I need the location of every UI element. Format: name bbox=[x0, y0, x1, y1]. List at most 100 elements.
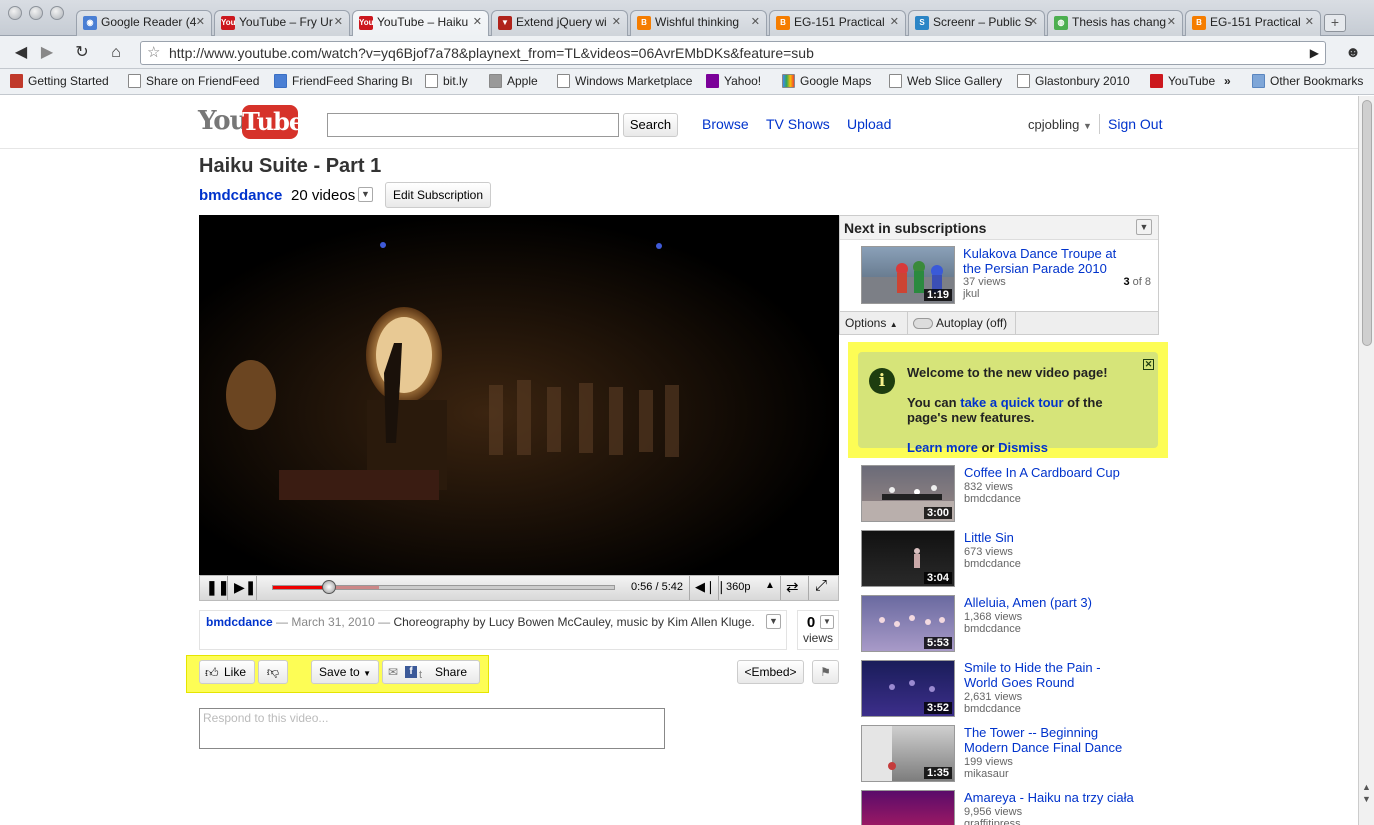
browser-tab[interactable]: B EG-151 Practical ✕ bbox=[1185, 10, 1321, 36]
share-button[interactable]: ✉ f t Share bbox=[382, 660, 480, 684]
channel-link[interactable]: bmdcdance bbox=[199, 187, 282, 204]
close-icon[interactable]: ✕ bbox=[1143, 359, 1154, 370]
more-bookmarks-chevron[interactable]: » bbox=[1224, 74, 1231, 88]
bookmark-item[interactable]: Windows Marketplace bbox=[557, 74, 692, 88]
close-tab-icon[interactable]: ✕ bbox=[473, 15, 482, 28]
bookmark-item[interactable]: FriendFeed Sharing Bı bbox=[274, 74, 413, 88]
close-tab-icon[interactable]: ✕ bbox=[751, 15, 760, 28]
progress-track[interactable] bbox=[272, 580, 615, 594]
close-tab-icon[interactable]: ✕ bbox=[1029, 15, 1038, 28]
search-button[interactable]: Search bbox=[623, 113, 678, 137]
pause-icon[interactable]: ❚❚ bbox=[206, 579, 229, 596]
bookmark-item[interactable]: Yahoo! bbox=[706, 74, 761, 88]
close-tab-icon[interactable]: ✕ bbox=[890, 15, 899, 28]
related-video[interactable]: Amareya - Haiku na trzy ciała 9,956 view… bbox=[861, 790, 1161, 825]
bookmark-item[interactable]: Web Slice Gallery bbox=[889, 74, 1002, 88]
video-thumbnail[interactable] bbox=[861, 790, 955, 825]
related-video[interactable]: 1:35 The Tower -- Beginning Modern Dance… bbox=[861, 725, 1161, 785]
related-title[interactable]: The Tower -- Beginning Modern Dance Fina… bbox=[964, 725, 1134, 755]
related-title[interactable]: Smile to Hide the Pain - World Goes Roun… bbox=[964, 660, 1134, 690]
learn-more-link[interactable]: Learn more bbox=[907, 440, 978, 455]
related-title[interactable]: Alleluia, Amen (part 3) bbox=[964, 595, 1134, 610]
bookmark-item[interactable]: Google Maps bbox=[782, 74, 871, 88]
forward-icon[interactable]: ▶ bbox=[36, 42, 58, 64]
browser-tab[interactable]: ◍ Thesis has chang ✕ bbox=[1047, 10, 1183, 36]
video-player[interactable] bbox=[199, 215, 839, 575]
close-tab-icon[interactable]: ✕ bbox=[1167, 15, 1176, 28]
next-video-icon[interactable]: ▶❚ bbox=[234, 579, 257, 596]
video-thumbnail[interactable]: 3:04 bbox=[861, 530, 955, 587]
expand-description-icon[interactable]: ▼ bbox=[766, 614, 781, 629]
edit-subscription-button[interactable]: Edit Subscription bbox=[385, 182, 491, 208]
browser-tab[interactable]: S Screenr – Public S ✕ bbox=[908, 10, 1045, 36]
nav-tv-shows[interactable]: TV Shows bbox=[766, 116, 830, 132]
go-icon[interactable]: ▶ bbox=[1310, 42, 1319, 64]
embed-button[interactable]: <Embed> bbox=[737, 660, 804, 684]
page-scrollbar[interactable]: ▲ ▼ bbox=[1358, 96, 1374, 825]
user-menu[interactable]: cpjobling ▼ bbox=[1028, 117, 1092, 132]
bookmark-item[interactable]: bit.ly bbox=[425, 74, 468, 88]
bookmark-item[interactable]: Glastonbury 2010 bbox=[1017, 74, 1130, 88]
save-to-button[interactable]: Save to ▼ bbox=[311, 660, 379, 684]
browser-tab-active[interactable]: You YouTube – Haiku ✕ bbox=[352, 10, 489, 37]
new-tab-button[interactable]: + bbox=[1324, 14, 1346, 32]
nav-upload[interactable]: Upload bbox=[847, 116, 891, 132]
bookmark-item[interactable]: YouTube bbox=[1150, 74, 1215, 88]
address-bar[interactable]: ☆ http://www.youtube.com/watch?v=yq6Bjof… bbox=[140, 41, 1326, 65]
scroll-down-arrow-icon[interactable]: ▼ bbox=[1362, 794, 1371, 804]
related-title[interactable]: Coffee In A Cardboard Cup bbox=[964, 465, 1134, 480]
video-thumbnail[interactable]: 1:35 bbox=[861, 725, 955, 782]
next-video-thumb[interactable]: 1:19 bbox=[861, 246, 955, 304]
collapse-panel-icon[interactable]: ▼ bbox=[1136, 219, 1152, 235]
close-tab-icon[interactable]: ✕ bbox=[196, 15, 205, 28]
options-dropdown[interactable]: Options ▲ bbox=[845, 316, 898, 330]
browser-tab[interactable]: ▼ Extend jQuery wi ✕ bbox=[491, 10, 628, 36]
next-video-title[interactable]: Kulakova Dance Troupe at the Persian Par… bbox=[963, 246, 1133, 276]
scrollbar-thumb[interactable] bbox=[1362, 100, 1372, 346]
zoom-window-button[interactable] bbox=[50, 6, 64, 20]
related-video[interactable]: 5:53 Alleluia, Amen (part 3) 1,368 views… bbox=[861, 595, 1161, 655]
bookmark-item[interactable]: Apple bbox=[489, 74, 538, 88]
like-button[interactable]: 👍︎ Like bbox=[199, 660, 255, 684]
dislike-button[interactable]: 👎︎ bbox=[258, 660, 288, 684]
browser-tab[interactable]: B Wishful thinking ✕ bbox=[630, 10, 767, 36]
related-title[interactable]: Little Sin bbox=[964, 530, 1134, 545]
other-bookmarks-folder[interactable]: Other Bookmarks bbox=[1252, 74, 1363, 88]
flag-icon[interactable]: ⚑ bbox=[812, 660, 839, 684]
browser-tab[interactable]: ◉ Google Reader (4 ✕ bbox=[76, 10, 212, 36]
bookmark-item[interactable]: Getting Started bbox=[10, 74, 109, 88]
dismiss-link[interactable]: Dismiss bbox=[998, 440, 1048, 455]
stats-toggle-icon[interactable]: ▼ bbox=[820, 615, 834, 629]
autoplay-toggle[interactable] bbox=[913, 318, 933, 329]
quality-selector[interactable]: 360p bbox=[726, 581, 750, 593]
close-tab-icon[interactable]: ✕ bbox=[334, 15, 343, 28]
browser-tab[interactable]: B EG-151 Practical ✕ bbox=[769, 10, 906, 36]
home-icon[interactable]: ⌂ bbox=[105, 42, 127, 64]
sign-out-link[interactable]: Sign Out bbox=[1108, 116, 1162, 132]
back-icon[interactable]: ◀ bbox=[10, 42, 32, 64]
wrench-icon[interactable]: ☻ bbox=[1342, 42, 1364, 64]
close-window-button[interactable] bbox=[8, 6, 22, 20]
search-input[interactable] bbox=[327, 113, 619, 137]
scroll-up-arrow-icon[interactable]: ▲ bbox=[1362, 782, 1371, 792]
related-video[interactable]: 3:00 Coffee In A Cardboard Cup 832 views… bbox=[861, 465, 1161, 525]
quality-up-icon[interactable]: ▲ bbox=[765, 580, 775, 591]
close-tab-icon[interactable]: ✕ bbox=[612, 15, 621, 28]
related-video[interactable]: 3:04 Little Sin 673 views bmdcdance bbox=[861, 530, 1161, 590]
minimize-window-button[interactable] bbox=[29, 6, 43, 20]
video-thumbnail[interactable]: 3:00 bbox=[861, 465, 955, 522]
reload-icon[interactable]: ↻ bbox=[71, 42, 93, 64]
bookmark-star-icon[interactable]: ☆ bbox=[147, 42, 160, 64]
video-thumbnail[interactable]: 5:53 bbox=[861, 595, 955, 652]
browser-tab[interactable]: You YouTube – Fry Ur ✕ bbox=[214, 10, 350, 36]
related-title[interactable]: Amareya - Haiku na trzy ciała bbox=[964, 790, 1134, 805]
volume-icon[interactable]: ◀❘❘ bbox=[695, 579, 727, 595]
youtube-logo[interactable]: You Tube bbox=[198, 104, 304, 142]
close-tab-icon[interactable]: ✕ bbox=[1305, 15, 1314, 28]
video-thumbnail[interactable]: 3:52 bbox=[861, 660, 955, 717]
expand-videos-icon[interactable]: ▼ bbox=[358, 187, 373, 202]
nav-browse[interactable]: Browse bbox=[702, 116, 749, 132]
related-video[interactable]: 3:52 Smile to Hide the Pain - World Goes… bbox=[861, 660, 1161, 720]
desc-channel-link[interactable]: bmdcdance bbox=[206, 615, 273, 629]
quick-tour-link[interactable]: take a quick tour bbox=[960, 395, 1063, 410]
